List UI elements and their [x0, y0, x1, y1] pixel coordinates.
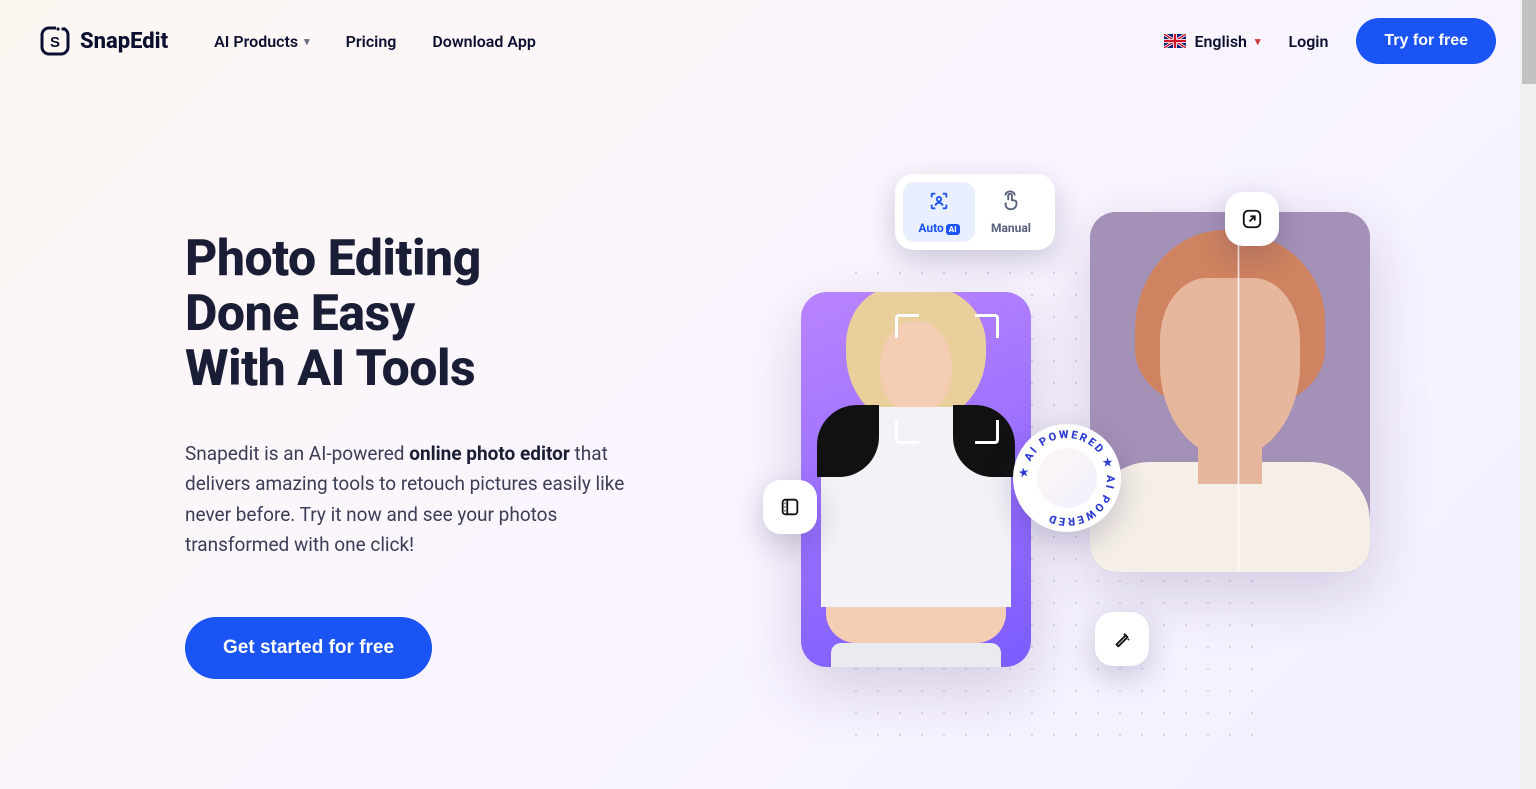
mode-auto-label: AutoAI [918, 221, 959, 235]
hero-description: Snapedit is an AI-powered online photo e… [185, 439, 665, 561]
get-started-button[interactable]: Get started for free [185, 617, 432, 679]
frames-chip[interactable] [763, 480, 817, 534]
language-selector[interactable]: English ▾ [1164, 32, 1260, 51]
hero-desc-pre: Snapedit is an AI-powered [185, 442, 409, 465]
hero-illustration: AutoAI Manual ★ AI POW [765, 152, 1476, 752]
expand-chip[interactable] [1225, 192, 1279, 246]
chevron-down-icon: ▾ [1255, 35, 1261, 48]
header: S SnapEdit AI Products ▾ Pricing Downloa… [0, 0, 1536, 82]
face-scan-icon [928, 190, 950, 217]
ai-powered-badge: ★ AI POWERED ★ AI POWERED [1013, 424, 1121, 532]
nav-pricing[interactable]: Pricing [346, 32, 397, 51]
uk-flag-icon [1164, 34, 1186, 48]
filmstrip-icon [779, 496, 801, 518]
svg-text:★ AI POWERED ★ AI POWERED: ★ AI POWERED ★ AI POWERED [1017, 428, 1117, 528]
logo[interactable]: S SnapEdit [40, 26, 168, 56]
magic-chip[interactable] [1095, 612, 1149, 666]
login-link[interactable]: Login [1289, 32, 1329, 51]
mode-toggle: AutoAI Manual [895, 174, 1055, 250]
tap-icon [1000, 190, 1022, 217]
detect-face-frame [895, 314, 999, 444]
hero: Photo Editing Done Easy With AI Tools Sn… [0, 82, 1536, 752]
hero-desc-bold: online photo editor [409, 442, 570, 465]
scrollbar-thumb[interactable] [1521, 0, 1536, 84]
hero-copy: Photo Editing Done Easy With AI Tools Sn… [185, 152, 725, 752]
nav: AI Products ▾ Pricing Download App [214, 32, 536, 51]
nav-ai-products-label: AI Products [214, 32, 298, 51]
nav-ai-products[interactable]: AI Products ▾ [214, 32, 310, 51]
hero-title-line-1: Photo Editing [185, 230, 481, 288]
svg-text:S: S [50, 34, 60, 51]
hero-title-line-2: Done Easy [185, 285, 415, 343]
nav-download-app[interactable]: Download App [432, 32, 536, 51]
mode-manual-tab[interactable]: Manual [975, 182, 1047, 242]
language-label: English [1194, 32, 1247, 51]
header-right: English ▾ Login Try for free [1164, 18, 1496, 64]
sample-image-right [1090, 212, 1370, 572]
try-free-button[interactable]: Try for free [1356, 18, 1496, 64]
mode-manual-label: Manual [991, 221, 1031, 235]
logo-text: SnapEdit [80, 29, 168, 54]
hero-title: Photo Editing Done Easy With AI Tools [185, 232, 725, 397]
mode-auto-tab[interactable]: AutoAI [903, 182, 975, 242]
compare-divider [1238, 212, 1239, 572]
logo-icon: S [40, 26, 70, 56]
expand-icon [1241, 208, 1263, 230]
hero-title-line-3: With AI Tools [185, 340, 475, 398]
chevron-down-icon: ▾ [304, 35, 310, 48]
page-scrollbar[interactable] [1520, 0, 1536, 789]
portrait-after [1090, 212, 1370, 572]
magic-wand-icon [1111, 628, 1133, 650]
